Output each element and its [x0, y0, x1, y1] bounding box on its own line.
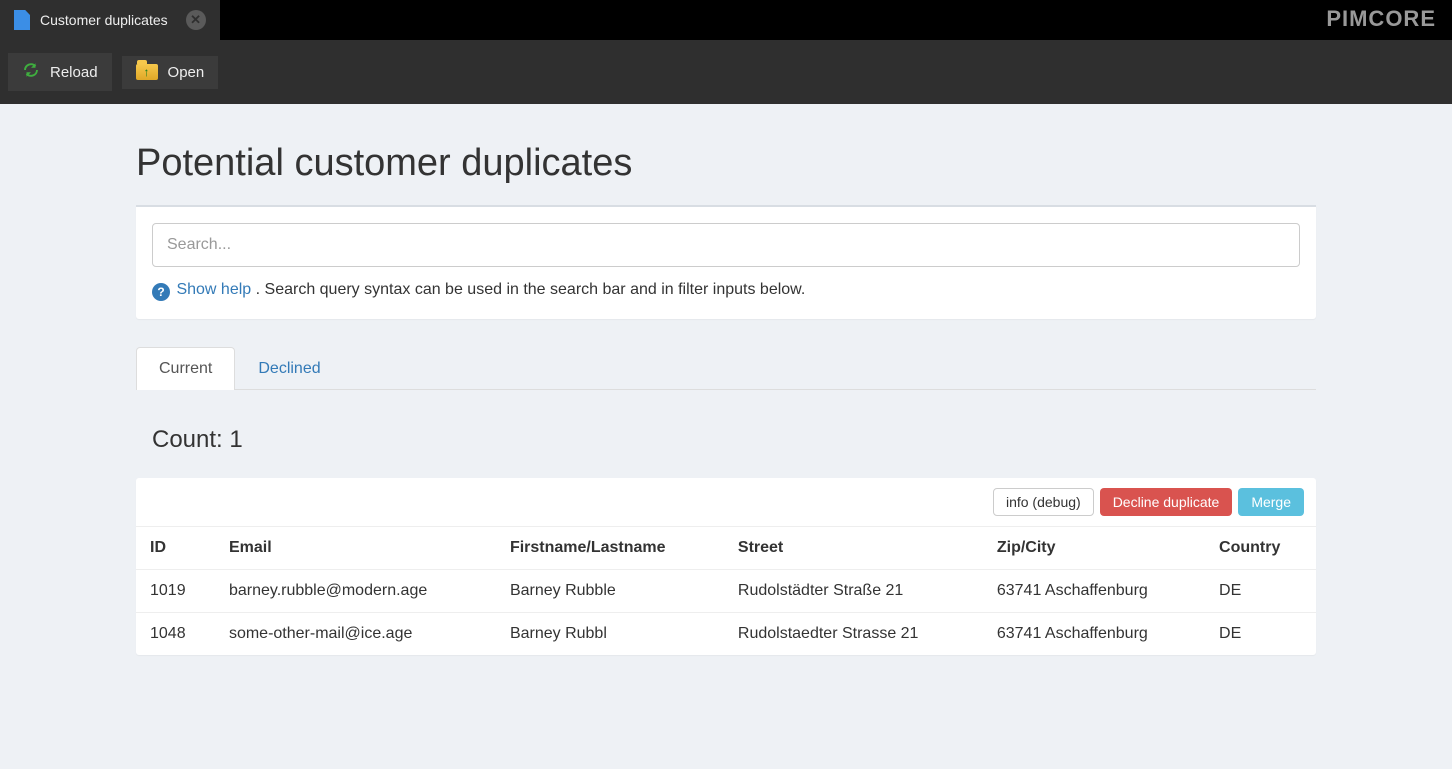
count-label: Count: 1: [152, 426, 1316, 454]
col-header: Street: [724, 527, 983, 570]
page-content: Potential customer duplicates ? Show hel…: [136, 104, 1316, 695]
page-title: Potential customer duplicates: [136, 142, 1316, 185]
table-row[interactable]: 1019barney.rubble@modern.ageBarney Rubbl…: [136, 570, 1316, 613]
table-cell: Barney Rubble: [496, 570, 724, 613]
reload-label: Reload: [50, 64, 98, 81]
open-label: Open: [168, 64, 205, 81]
tab-title: Customer duplicates: [40, 12, 168, 28]
table-cell: 63741 Aschaffenburg: [983, 570, 1205, 613]
table-row[interactable]: 1048some-other-mail@ice.ageBarney RubblR…: [136, 613, 1316, 656]
duplicates-table: IDEmailFirstname/LastnameStreetZip/CityC…: [136, 527, 1316, 655]
search-panel: ? Show help . Search query syntax can be…: [136, 205, 1316, 319]
decline-duplicate-button[interactable]: Decline duplicate: [1100, 488, 1233, 516]
info-debug-button[interactable]: info (debug): [993, 488, 1094, 516]
merge-button[interactable]: Merge: [1238, 488, 1304, 516]
document-icon: [14, 10, 30, 30]
tabs: Current Declined: [136, 347, 1316, 390]
table-cell: DE: [1205, 613, 1316, 656]
duplicate-actions: info (debug) Decline duplicate Merge: [136, 478, 1316, 527]
toolbar: Reload Open: [0, 40, 1452, 104]
table-header-row: IDEmailFirstname/LastnameStreetZip/CityC…: [136, 527, 1316, 570]
window-tab[interactable]: Customer duplicates ✕: [0, 0, 220, 40]
show-help-link[interactable]: Show help: [176, 281, 251, 298]
table-cell: Rudolstädter Straße 21: [724, 570, 983, 613]
table-cell: barney.rubble@modern.age: [215, 570, 496, 613]
table-cell: some-other-mail@ice.age: [215, 613, 496, 656]
folder-open-icon: [136, 64, 158, 80]
table-cell: Rudolstaedter Strasse 21: [724, 613, 983, 656]
tab-declined[interactable]: Declined: [235, 347, 343, 390]
table-cell: 1048: [136, 613, 215, 656]
duplicate-panel: info (debug) Decline duplicate Merge IDE…: [136, 478, 1316, 655]
open-button[interactable]: Open: [122, 56, 219, 89]
help-text: . Search query syntax can be used in the…: [256, 281, 806, 298]
col-header: Zip/City: [983, 527, 1205, 570]
col-header: Country: [1205, 527, 1316, 570]
close-icon[interactable]: ✕: [186, 10, 206, 30]
search-input[interactable]: [152, 223, 1300, 267]
tab-current[interactable]: Current: [136, 347, 235, 390]
table-cell: 1019: [136, 570, 215, 613]
brand-logo: PIMCORE: [1326, 0, 1452, 40]
col-header: ID: [136, 527, 215, 570]
help-row: ? Show help . Search query syntax can be…: [152, 281, 1300, 301]
reload-icon: [22, 61, 40, 83]
table-cell: Barney Rubbl: [496, 613, 724, 656]
col-header: Email: [215, 527, 496, 570]
reload-button[interactable]: Reload: [8, 53, 112, 91]
col-header: Firstname/Lastname: [496, 527, 724, 570]
help-icon: ?: [152, 283, 170, 301]
title-bar: Customer duplicates ✕ PIMCORE: [0, 0, 1452, 40]
table-cell: 63741 Aschaffenburg: [983, 613, 1205, 656]
table-cell: DE: [1205, 570, 1316, 613]
